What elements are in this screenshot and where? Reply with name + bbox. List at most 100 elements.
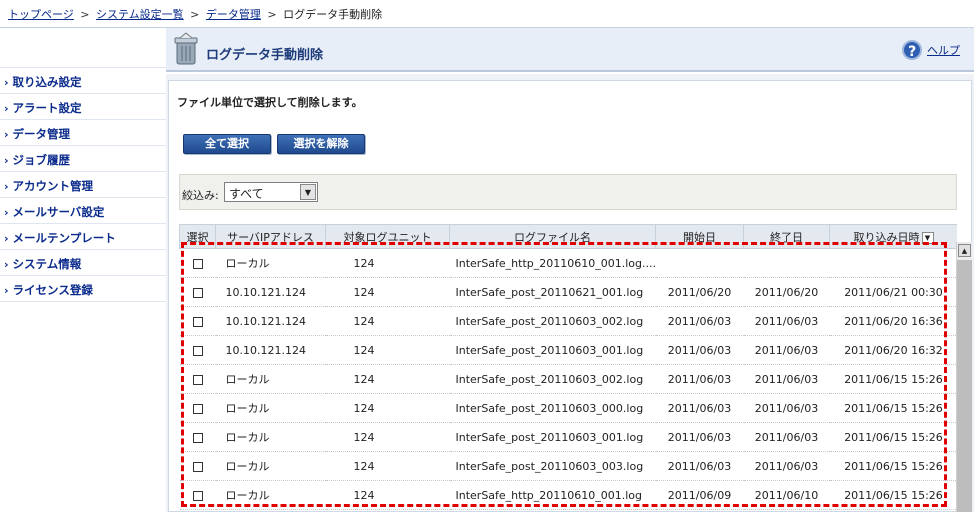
cell-file: InterSafe_post_20110603_002.log — [449, 364, 656, 394]
trash-bin-icon — [174, 32, 198, 65]
table-row: ローカル 124 InterSafe_http_20110610_001.log… — [179, 480, 957, 510]
filter-bar: 絞込み: すべて ▼ — [179, 174, 957, 210]
chevron-right-icon: › — [4, 284, 9, 297]
sidebar-item-alert-settings[interactable]: › アラート設定 — [0, 94, 166, 120]
cell-file: InterSafe_http_20110610_001.log.... — [449, 248, 656, 278]
sidebar-item-account-management[interactable]: › アカウント管理 — [0, 172, 166, 198]
cell-unit: 124 — [325, 480, 450, 510]
sidebar-item-license[interactable]: › ライセンス登録 — [0, 276, 166, 302]
sidebar-item-label: メールサーバ設定 — [12, 205, 105, 219]
row-checkbox[interactable] — [192, 316, 203, 327]
page-header: ログデータ手動削除 ? ヘルプ — [166, 28, 974, 72]
breadcrumb-system-link[interactable]: システム設定一覧 — [96, 8, 184, 21]
cell-start: 2011/06/09 — [655, 480, 744, 510]
scroll-up-arrow-icon[interactable]: ▲ — [958, 244, 971, 257]
cell-end: 2011/06/03 — [743, 422, 830, 452]
row-checkbox[interactable] — [192, 490, 203, 501]
cell-end: 2011/06/03 — [743, 335, 830, 365]
scroll-thumb[interactable] — [957, 260, 972, 512]
sidebar-spacer — [0, 28, 166, 68]
row-checkbox[interactable] — [192, 345, 203, 356]
cell-imported: 2011/06/15 15:26 — [829, 451, 957, 481]
row-checkbox[interactable] — [192, 403, 203, 414]
sidebar-item-label: アカウント管理 — [12, 179, 94, 193]
cell-unit: 124 — [325, 393, 450, 423]
cell-file: InterSafe_post_20110603_003.log — [449, 451, 656, 481]
filter-label: 絞込み: — [182, 189, 219, 202]
cell-file: InterSafe_post_20110603_001.log — [449, 335, 656, 365]
help-link[interactable]: ? ヘルプ — [902, 40, 960, 60]
sidebar-item-label: 取り込み設定 — [12, 75, 82, 89]
row-checkbox-cell — [179, 422, 216, 452]
sort-dropdown-icon[interactable]: ▼ — [921, 231, 934, 244]
chevron-right-icon: › — [4, 232, 9, 245]
filter-select[interactable]: すべて ▼ — [224, 182, 318, 202]
cell-start: 2011/06/03 — [655, 451, 744, 481]
cell-ip: 10.10.121.124 — [215, 277, 326, 307]
sidebar-item-data-management[interactable]: › データ管理 — [0, 120, 166, 146]
help-label: ヘルプ — [927, 44, 960, 57]
table-row: ローカル 124 InterSafe_post_20110603_002.log… — [179, 364, 957, 394]
sidebar-item-import-settings[interactable]: › 取り込み設定 — [0, 68, 166, 94]
sidebar-item-label: データ管理 — [12, 127, 71, 141]
row-checkbox[interactable] — [192, 258, 203, 269]
sidebar-item-label: システム情報 — [12, 257, 82, 271]
description-text: ファイル単位で選択して削除します。 — [177, 96, 363, 109]
breadcrumb-top-link[interactable]: トップページ — [8, 8, 74, 21]
cell-start: 2011/06/03 — [655, 364, 744, 394]
row-checkbox[interactable] — [192, 432, 203, 443]
chevron-right-icon: › — [4, 154, 9, 167]
column-header-imported-label: 取り込み日時 — [853, 230, 920, 244]
cell-end: 2011/06/03 — [743, 451, 830, 481]
table-row: ローカル 124 InterSafe_post_20110603_000.log… — [179, 393, 957, 423]
select-all-button[interactable]: 全て選択 — [183, 134, 271, 154]
cell-unit: 124 — [325, 422, 450, 452]
cell-file: InterSafe_http_20110610_001.log — [449, 480, 656, 510]
chevron-right-icon: › — [4, 180, 9, 193]
sidebar-item-mail-template[interactable]: › メールテンプレート — [0, 224, 166, 250]
sidebar-item-mail-server[interactable]: › メールサーバ設定 — [0, 198, 166, 224]
sidebar: › 取り込み設定 › アラート設定 › データ管理 › ジョブ履歴 › アカウント管理 ›… — [0, 28, 166, 512]
breadcrumb-separator: > — [80, 8, 90, 21]
chevron-right-icon: › — [4, 258, 9, 271]
cell-end: 2011/06/10 — [743, 480, 830, 510]
chevron-right-icon: › — [4, 128, 9, 141]
deselect-button[interactable]: 選択を解除 — [277, 134, 365, 154]
table-scrollbar[interactable]: ▲ — [956, 242, 972, 512]
column-header-end: 終了日 — [743, 224, 830, 249]
sidebar-item-job-history[interactable]: › ジョブ履歴 — [0, 146, 166, 172]
cell-file: InterSafe_post_20110603_001.log — [449, 422, 656, 452]
table-row: 10.10.121.124 124 InterSafe_post_2011062… — [179, 277, 957, 307]
cell-ip: ローカル — [215, 480, 326, 510]
chevron-right-icon: › — [4, 102, 9, 115]
cell-start: 2011/06/03 — [655, 393, 744, 423]
breadcrumb-data-link[interactable]: データ管理 — [206, 8, 261, 21]
cell-imported: 2011/06/15 15:26 — [829, 393, 957, 423]
cell-file: InterSafe_post_20110603_002.log — [449, 306, 656, 336]
cell-unit: 124 — [325, 248, 450, 278]
table-header-row: 選択 サーバIPアドレス 対象ログユニット ログファイル名 開始日 終了日 取り… — [179, 224, 957, 249]
breadcrumb-current: ログデータ手動削除 — [283, 8, 383, 21]
cell-file: InterSafe_post_20110603_000.log — [449, 393, 656, 423]
sidebar-item-label: アラート設定 — [12, 101, 82, 115]
cell-imported: 2011/06/20 16:36 — [829, 306, 957, 336]
row-checkbox-cell — [179, 335, 216, 365]
cell-unit: 124 — [325, 364, 450, 394]
cell-start: 2011/06/20 — [655, 277, 744, 307]
column-header-imported[interactable]: 取り込み日時 ▼ — [829, 224, 957, 249]
cell-ip: ローカル — [215, 393, 326, 423]
row-checkbox-cell — [179, 277, 216, 307]
column-header-file: ログファイル名 — [449, 224, 656, 249]
row-checkbox[interactable] — [192, 287, 203, 298]
row-checkbox[interactable] — [192, 374, 203, 385]
row-checkbox[interactable] — [192, 461, 203, 472]
cell-end: 2011/06/03 — [743, 393, 830, 423]
cell-end: 2011/06/03 — [743, 364, 830, 394]
table-row: 10.10.121.124 124 InterSafe_post_2011060… — [179, 306, 957, 336]
log-table-container: 選択 サーバIPアドレス 対象ログユニット ログファイル名 開始日 終了日 取り… — [179, 224, 957, 512]
breadcrumb: トップページ > システム設定一覧 > データ管理 > ログデータ手動削除 — [0, 0, 974, 28]
column-header-unit: 対象ログユニット — [325, 224, 450, 249]
sidebar-item-system-info[interactable]: › システム情報 — [0, 250, 166, 276]
cell-ip: ローカル — [215, 422, 326, 452]
chevron-right-icon: › — [4, 76, 9, 89]
